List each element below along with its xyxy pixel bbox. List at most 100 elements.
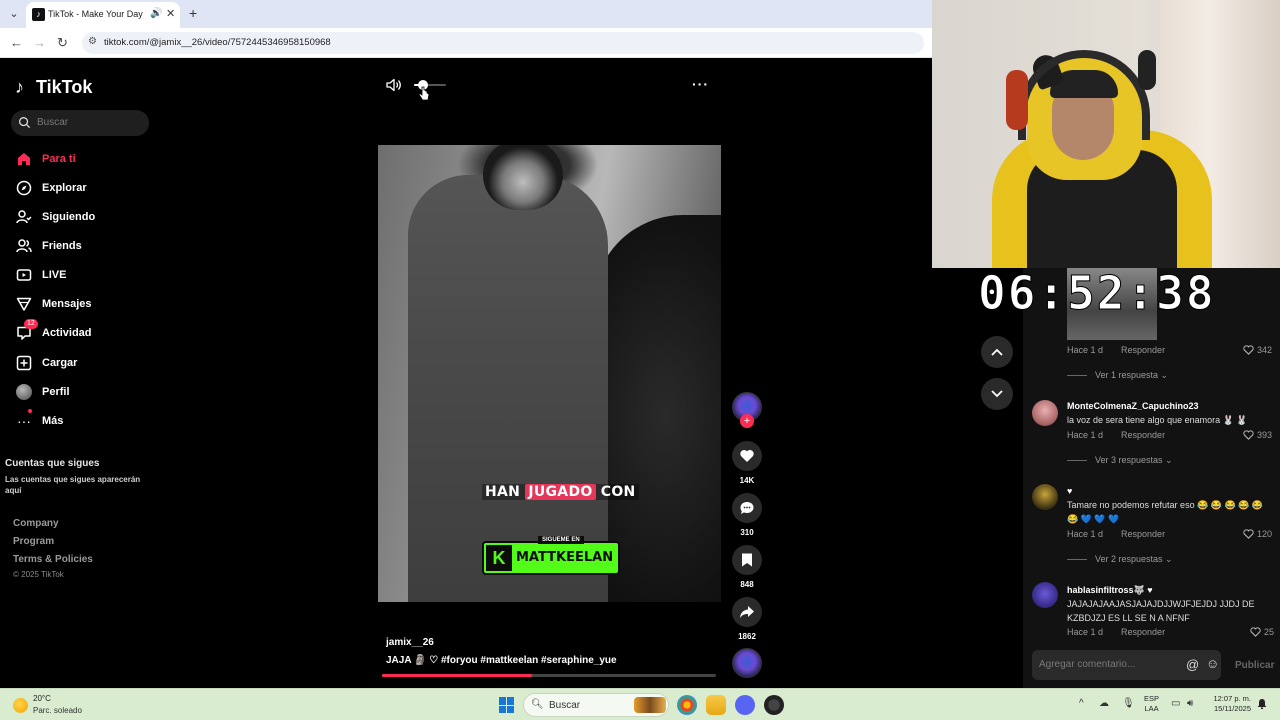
- heart-outline-icon: [1243, 345, 1254, 355]
- messages-icon: [15, 295, 33, 313]
- comment-button[interactable]: [732, 493, 762, 523]
- tray-overflow-icon[interactable]: ^: [1079, 698, 1084, 709]
- comments-panel: Hace 1 d Responder 342 Ver 1 respuesta ⌄ …: [1023, 268, 1280, 688]
- view-replies[interactable]: Ver 2 respuestas ⌄: [1067, 554, 1173, 565]
- tiktok-logo[interactable]: ♪ TikTok: [15, 76, 92, 98]
- video-progress-bar[interactable]: [382, 674, 716, 677]
- browser-tab[interactable]: ♪ TikTok - Make Your Day 🔊 ✕: [26, 2, 180, 28]
- bookmark-icon: [742, 553, 752, 567]
- emoji-icon[interactable]: ☺: [1206, 656, 1219, 671]
- sidebar-item-perfil[interactable]: Perfil: [15, 381, 155, 403]
- discord-icon[interactable]: [735, 695, 755, 715]
- volume-icon[interactable]: [386, 78, 402, 92]
- video-description: JAJA 🗿 ♡ #foryou #mattkeelan #seraphine_…: [386, 655, 617, 666]
- sidebar-item-cargar[interactable]: Cargar: [15, 352, 155, 374]
- tab-search-icon[interactable]: ⌄: [6, 6, 22, 22]
- compass-icon: [15, 179, 33, 197]
- sidebar-item-friends[interactable]: Friends: [15, 235, 155, 257]
- more-options-icon[interactable]: ···: [692, 76, 709, 92]
- mouse-cursor-icon: [418, 86, 430, 101]
- share-button[interactable]: [732, 597, 762, 627]
- sidebar-item-label: Siguiendo: [42, 211, 96, 223]
- activity-icon: 12: [15, 319, 38, 342]
- comment-like[interactable]: 393: [1243, 430, 1272, 440]
- following-icon: [15, 208, 33, 226]
- onedrive-icon[interactable]: ☁: [1099, 698, 1109, 709]
- file-explorer-icon[interactable]: [706, 695, 726, 715]
- video-caption: HAN JUGADO CON: [482, 484, 639, 500]
- publish-button[interactable]: Publicar: [1235, 660, 1274, 671]
- search-placeholder: Buscar: [37, 117, 69, 128]
- view-replies[interactable]: Ver 1 respuesta ⌄: [1067, 370, 1168, 381]
- obs-icon[interactable]: [764, 695, 784, 715]
- new-tab-button[interactable]: +: [189, 5, 197, 21]
- comment-avatar[interactable]: [1032, 484, 1058, 510]
- comment-avatar[interactable]: [1032, 400, 1058, 426]
- comment-username[interactable]: hablasinfiltross🐺 ♥: [1067, 585, 1153, 596]
- forward-arrow-icon[interactable]: →: [33, 35, 46, 50]
- comment-username[interactable]: ♥: [1067, 486, 1072, 496]
- footer-link-company[interactable]: Company: [13, 518, 59, 529]
- windows-start-icon[interactable]: [499, 697, 515, 713]
- save-button[interactable]: [732, 545, 762, 575]
- weather-temperature[interactable]: 20°C: [33, 694, 51, 703]
- comment-avatar[interactable]: [1032, 582, 1058, 608]
- sidebar-item-label: Para ti: [42, 153, 76, 165]
- speaker-icon[interactable]: 🔊︎: [1187, 698, 1193, 709]
- comment-text: Tamare no podemos refutar eso 😂 😂 😂 😂 😂 …: [1067, 500, 1264, 524]
- footer-link-terms[interactable]: Terms & Policies: [13, 554, 93, 565]
- weather-description[interactable]: Parc. soleado: [33, 706, 82, 715]
- reply-button[interactable]: Responder: [1121, 627, 1165, 637]
- sidebar-item-mensajes[interactable]: Mensajes: [15, 293, 155, 315]
- taskbar-clock[interactable]: 12:07 p. m. 15/11/2025: [1203, 694, 1251, 714]
- reply-button[interactable]: Responder: [1121, 430, 1165, 440]
- site-info-icon[interactable]: ⚙: [88, 36, 97, 47]
- microphone-icon[interactable]: 🎙︎: [1122, 698, 1135, 709]
- taskbar-search[interactable]: 🔍︎ Buscar: [523, 693, 669, 717]
- video-author[interactable]: jamix__26: [386, 637, 434, 648]
- chrome-icon[interactable]: [677, 695, 697, 715]
- search-highlight-image: [634, 697, 666, 713]
- sidebar-item-live[interactable]: LIVE: [15, 264, 155, 286]
- previous-video-button[interactable]: [981, 336, 1013, 368]
- search-input[interactable]: Buscar: [11, 110, 149, 136]
- footer-link-program[interactable]: Program: [13, 536, 54, 547]
- sidebar-item-mas[interactable]: ··· Más: [15, 409, 155, 432]
- language-indicator[interactable]: ESP LAA: [1144, 694, 1159, 714]
- tiktok-favicon-icon: ♪: [32, 8, 45, 21]
- url-text[interactable]: tiktok.com/@jamix__26/video/757244534695…: [104, 37, 331, 48]
- reply-button[interactable]: Responder: [1121, 529, 1165, 539]
- comment-like[interactable]: 25: [1250, 627, 1274, 637]
- sidebar-item-label: LIVE: [42, 269, 67, 281]
- view-replies[interactable]: Ver 3 respuestas ⌄: [1067, 455, 1173, 466]
- notification-dot: [28, 409, 32, 413]
- audio-playing-icon[interactable]: 🔊: [150, 8, 162, 19]
- follow-plus-icon[interactable]: +: [740, 414, 754, 428]
- sidebar-item-label: Actividad: [42, 327, 92, 339]
- sidebar-item-actividad[interactable]: 12 Actividad: [15, 319, 155, 344]
- sidebar-item-siguiendo[interactable]: Siguiendo: [15, 206, 155, 228]
- comment-input-placeholder: Agregar comentario...: [1039, 659, 1136, 670]
- mention-icon[interactable]: @: [1186, 657, 1199, 672]
- following-description: Las cuentas que sigues aparecerán aquí: [5, 475, 141, 495]
- comment-like[interactable]: 342: [1243, 345, 1272, 355]
- sidebar-item-para-ti[interactable]: Para ti: [15, 148, 155, 170]
- back-arrow-icon[interactable]: ←: [10, 35, 23, 50]
- comment-input[interactable]: Agregar comentario... @ ☺: [1032, 650, 1221, 680]
- weather-sun-icon[interactable]: [13, 698, 28, 713]
- reply-button[interactable]: Responder: [1121, 345, 1165, 355]
- reload-icon[interactable]: ↻: [57, 35, 68, 51]
- notification-bell-icon[interactable]: [1256, 698, 1268, 710]
- sidebar-item-label: Explorar: [42, 182, 87, 194]
- tab-close-icon[interactable]: ✕: [166, 7, 175, 20]
- sidebar-item-explorar[interactable]: Explorar: [15, 177, 155, 199]
- comment-username[interactable]: MonteColmenaZ_Capuchino23: [1067, 401, 1199, 411]
- video-scene-head: [483, 145, 563, 210]
- like-button[interactable]: [732, 441, 762, 471]
- music-disc-avatar[interactable]: [732, 648, 762, 678]
- url-field[interactable]: ⚙ tiktok.com/@jamix__26/video/7572445346…: [82, 32, 924, 54]
- comment-like[interactable]: 120: [1243, 529, 1272, 539]
- next-video-button[interactable]: [981, 378, 1013, 410]
- video-player[interactable]: HAN JUGADO CON SIGUEME EN K MATTKEELAN: [378, 145, 721, 602]
- network-icon[interactable]: ▭: [1171, 698, 1180, 709]
